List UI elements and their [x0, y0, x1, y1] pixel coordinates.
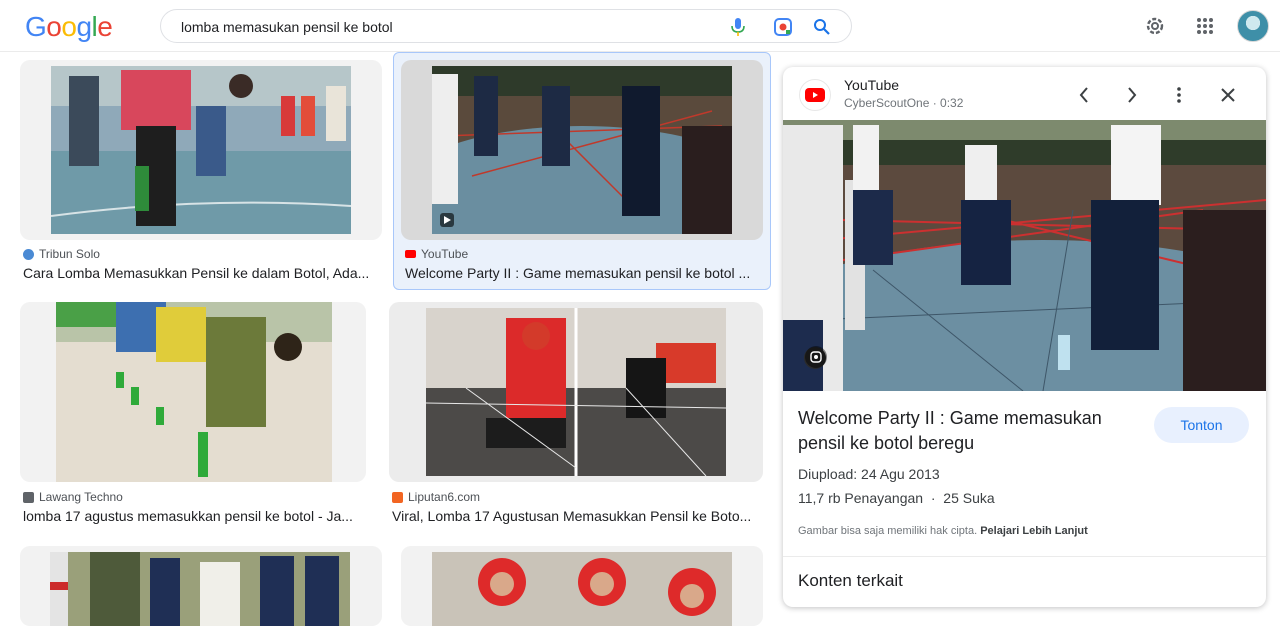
logo-letter: G	[25, 11, 47, 42]
more-options-icon[interactable]	[1167, 83, 1191, 107]
panel-title[interactable]: Welcome Party II : Game memasukan pensil…	[798, 406, 1128, 456]
view-stats: 11,7 rb Penayangan · 25 Suka	[798, 490, 995, 506]
result-source-label: Tribun Solo	[39, 247, 100, 261]
panel-source[interactable]: YouTube	[844, 77, 899, 93]
lens-icon[interactable]	[772, 16, 794, 38]
result-thumbnail-frame	[389, 302, 763, 482]
result-source-label: Liputan6.com	[408, 490, 481, 504]
liputan6-icon	[392, 491, 403, 503]
logo-letter: g	[76, 11, 92, 42]
youtube-icon	[405, 250, 416, 258]
copyright-text: Gambar bisa saja memiliki hak cipta.	[798, 525, 978, 537]
result-title[interactable]: Welcome Party II : Game memasukan pensil…	[405, 265, 760, 281]
result-source[interactable]: YouTube	[405, 247, 468, 261]
google-logo[interactable]: Google	[25, 11, 113, 43]
result-title[interactable]: Viral, Lomba 17 Agustusan Memasukkan Pen…	[392, 508, 758, 524]
search-box[interactable]: lomba memasukan pensil ke botol	[160, 9, 852, 43]
result-image[interactable]	[432, 552, 732, 626]
logo-letter: o	[61, 11, 77, 42]
panel-meta: CyberScoutOne · 0:32	[844, 96, 964, 110]
copyright-note: Gambar bisa saja memiliki hak cipta. Pel…	[798, 525, 1088, 537]
result-title[interactable]: Cara Lomba Memasukkan Pensil ke dalam Bo…	[23, 265, 378, 281]
result-source-label: Lawang Techno	[39, 490, 123, 504]
divider	[783, 556, 1266, 557]
microphone-icon[interactable]	[727, 16, 749, 38]
result-title[interactable]: lomba 17 agustus memasukkan pensil ke bo…	[23, 508, 363, 524]
result-image[interactable]	[50, 552, 350, 626]
search-icon[interactable]	[811, 16, 833, 38]
globe-icon	[23, 248, 34, 260]
top-bar: Google lomba memasukan pensil ke botol	[0, 0, 1280, 52]
result-thumbnail-frame	[401, 60, 763, 240]
logo-letter: e	[97, 11, 113, 42]
related-content-heading[interactable]: Konten terkait	[798, 571, 903, 591]
search-input[interactable]: lomba memasukan pensil ke botol	[181, 19, 393, 35]
next-icon[interactable]	[1120, 83, 1144, 107]
lens-search-icon[interactable]	[805, 346, 827, 368]
youtube-icon	[799, 79, 831, 111]
result-source[interactable]: Liputan6.com	[392, 490, 480, 504]
result-thumbnail-frame	[20, 546, 382, 626]
watch-button[interactable]: Tonton	[1154, 407, 1249, 443]
result-image[interactable]	[56, 302, 332, 482]
site-icon	[23, 491, 34, 503]
result-source[interactable]: Lawang Techno	[23, 490, 123, 504]
learn-more-link[interactable]: Pelajari Lebih Lanjut	[980, 525, 1088, 537]
result-thumbnail-frame	[20, 60, 382, 240]
gear-icon[interactable]	[1142, 13, 1168, 39]
play-icon	[440, 213, 454, 227]
close-icon[interactable]	[1216, 83, 1240, 107]
previous-icon[interactable]	[1072, 83, 1096, 107]
avatar[interactable]	[1237, 10, 1269, 42]
result-source[interactable]: Tribun Solo	[23, 247, 100, 261]
result-thumbnail-frame	[20, 302, 366, 482]
preview-image[interactable]	[783, 120, 1266, 391]
logo-letter: o	[46, 11, 62, 42]
preview-panel: YouTube CyberScoutOne · 0:32 Welcome Par…	[783, 67, 1266, 607]
apps-grid-icon[interactable]	[1192, 13, 1218, 39]
result-thumbnail-frame	[401, 546, 763, 626]
result-source-label: YouTube	[421, 247, 469, 261]
upload-date: Diupload: 24 Agu 2013	[798, 466, 940, 482]
result-image[interactable]	[432, 66, 732, 234]
result-image[interactable]	[426, 308, 726, 476]
result-image[interactable]	[51, 66, 351, 234]
